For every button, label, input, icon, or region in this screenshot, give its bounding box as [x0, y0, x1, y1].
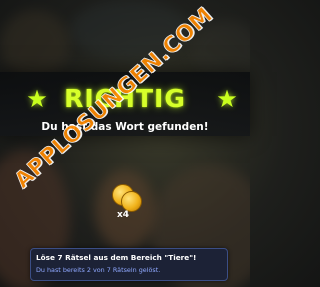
background-scene — [0, 0, 250, 287]
coin-icon — [121, 191, 142, 212]
task-card[interactable]: Löse 7 Rätsel aus dem Bereich "Tiere"! D… — [30, 248, 228, 281]
task-progress-text: Du hast bereits 2 von 7 Rätseln gelöst. — [36, 266, 161, 274]
reward-count: x4 — [117, 210, 130, 220]
result-subtitle: Du hast das Wort gefunden! — [41, 121, 209, 133]
task-title: Löse 7 Rätsel aus dem Bereich "Tiere"! — [36, 253, 197, 262]
background-shape-top-left — [0, 10, 70, 80]
